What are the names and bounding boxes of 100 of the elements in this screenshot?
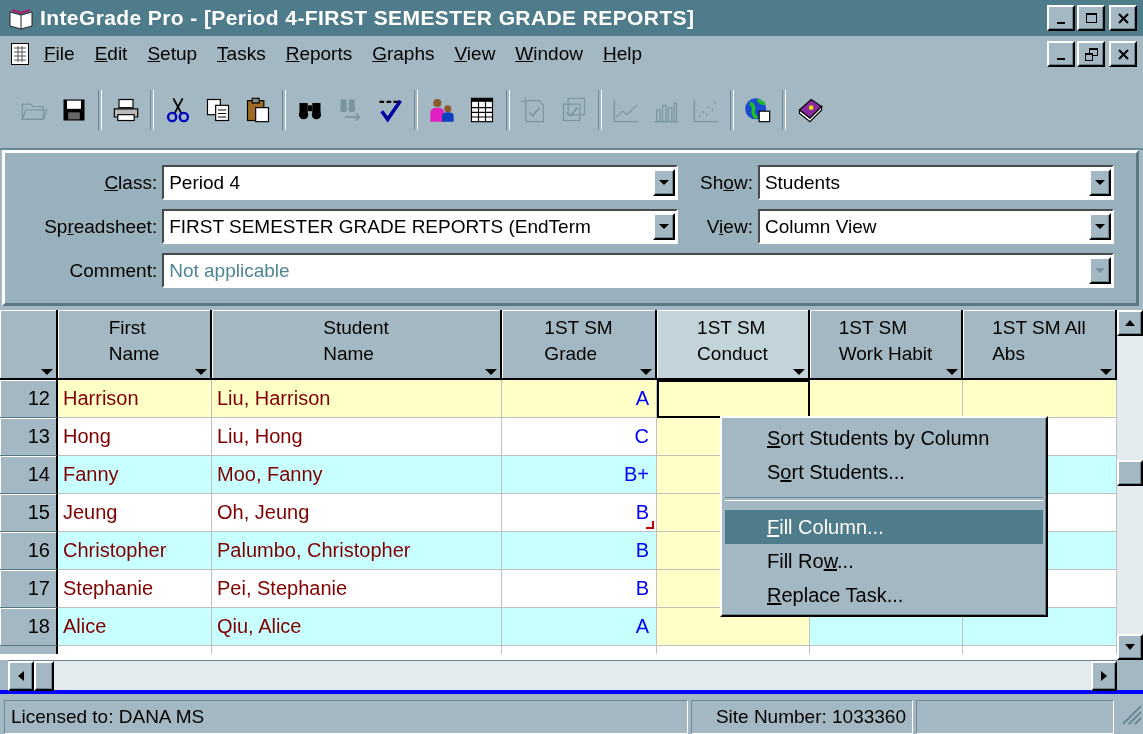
caret-icon[interactable] (946, 369, 958, 376)
table-cell: Jeung (58, 494, 212, 532)
dropdown-field[interactable]: Period 4 (162, 165, 679, 200)
field-label: View: (705, 215, 754, 238)
book-icon (8, 6, 34, 30)
printer-icon[interactable] (112, 96, 140, 124)
minimize-button[interactable] (1047, 5, 1075, 31)
scroll-up-button[interactable] (1117, 310, 1143, 336)
table-cell: B (502, 494, 657, 532)
menu-item[interactable]: Sort Students... (725, 455, 1043, 489)
scroll-left-button[interactable] (8, 661, 34, 691)
menu-item[interactable]: Window (505, 41, 593, 67)
close-icon (1117, 48, 1129, 60)
scroll-thumb[interactable] (1117, 460, 1143, 486)
dropdown-field[interactable]: FIRST SEMESTER GRADE REPORTS (EndTerm (162, 209, 679, 244)
caret-icon[interactable] (640, 369, 652, 376)
menu-item[interactable]: Setup (137, 41, 208, 67)
row-header[interactable]: 16 (0, 532, 58, 570)
close-button[interactable] (1109, 41, 1137, 67)
table-icon[interactable] (468, 96, 496, 124)
close-icon (1117, 12, 1129, 24)
minimize-button[interactable] (1047, 41, 1075, 67)
table-cell: Alice (58, 608, 212, 646)
table-cell: B+ (502, 456, 657, 494)
copy-icon[interactable] (204, 96, 232, 124)
people-icon[interactable] (428, 96, 456, 124)
table-cell: C (502, 418, 657, 456)
status-text: Licensed to: DANA MS (4, 700, 688, 734)
restore-button[interactable] (1077, 41, 1105, 67)
table-cell: Fanny (58, 456, 212, 494)
row-header[interactable]: 13 (0, 418, 58, 456)
maximize-button[interactable] (1077, 5, 1105, 31)
scissors-icon[interactable] (164, 96, 192, 124)
row-header[interactable]: 17 (0, 570, 58, 608)
menu-item[interactable]: Reports (275, 41, 363, 67)
field-label: Class: (103, 171, 159, 194)
minimize-icon (1057, 58, 1065, 60)
dropdown-field[interactable]: Students (757, 165, 1114, 200)
scroll-down-button[interactable] (1117, 634, 1143, 660)
close-button[interactable] (1109, 5, 1137, 31)
menu-item[interactable]: File (34, 41, 85, 67)
caret-icon (1095, 267, 1105, 274)
restore-icon (1084, 47, 1098, 61)
row-header[interactable]: 18 (0, 608, 58, 646)
menu-item[interactable]: Sort Students by Column (725, 421, 1043, 455)
scroll-right-button[interactable] (1091, 661, 1117, 691)
menu-item[interactable]: Fill Row... (725, 544, 1043, 578)
table-cell: Qiu, Alice (212, 608, 502, 646)
right-arrow-icon (1101, 671, 1107, 681)
table-cell: Oh, Jeung (212, 494, 502, 532)
row-header[interactable] (0, 646, 58, 654)
status-text: Site Number: 1033360 (691, 700, 913, 734)
caret-icon[interactable] (793, 369, 805, 376)
row-header[interactable]: 15 (0, 494, 58, 532)
caret-icon (659, 179, 670, 186)
column-header[interactable]: 1ST SM Grade (502, 310, 657, 380)
field-label: Comment: (68, 259, 159, 282)
column-header[interactable]: 1ST SM All Abs (963, 310, 1117, 380)
caret-icon (659, 223, 670, 230)
left-arrow-icon (18, 671, 24, 681)
table-cell: Stephanie (58, 570, 212, 608)
window-title: InteGrade Pro - [Period 4-FIRST SEMESTER GRADE REPORTS] (40, 6, 695, 30)
caret-icon[interactable] (195, 369, 207, 376)
column-header[interactable] (0, 310, 58, 380)
minimize-icon (1057, 22, 1065, 24)
menu-item[interactable]: Graphs (362, 41, 445, 67)
caret-icon[interactable] (41, 369, 53, 376)
note-marker (646, 521, 654, 529)
column-header[interactable]: 1ST SM Conduct (657, 310, 810, 380)
column-header[interactable]: Student Name (212, 310, 502, 380)
menu-item[interactable]: Tasks (207, 41, 276, 67)
book-icon[interactable] (796, 96, 824, 124)
up-arrow-icon (1125, 320, 1135, 326)
table-cell: Hong (58, 418, 212, 456)
menu-item[interactable]: Fill Column... (725, 510, 1043, 544)
menu-item[interactable]: Replace Task... (725, 578, 1043, 612)
row-header[interactable]: 14 (0, 456, 58, 494)
row-header[interactable]: 12 (0, 380, 58, 418)
menu-item[interactable]: Edit (84, 41, 138, 67)
table-cell: Moo, Fanny (212, 456, 502, 494)
table-cell: A (502, 608, 657, 646)
caret-icon[interactable] (485, 369, 497, 376)
table-cell: Harrison (58, 380, 212, 418)
caret-icon (1095, 223, 1105, 230)
scroll-thumb[interactable] (34, 661, 54, 691)
caret-icon[interactable] (1100, 369, 1112, 376)
column-header[interactable]: First Name (58, 310, 212, 380)
maximize-icon (1085, 13, 1097, 23)
dropdown-field[interactable]: Column View (757, 209, 1114, 244)
table-cell: A (502, 380, 657, 418)
table-cell: Liu, Hong (212, 418, 502, 456)
field-label: Spreadsheet: (43, 215, 159, 238)
globe-icon[interactable] (744, 96, 772, 124)
menu-item[interactable]: View (444, 41, 506, 67)
clipboard-icon[interactable] (244, 96, 272, 124)
document-icon[interactable] (10, 42, 30, 66)
column-header[interactable]: 1ST SM Work Habit (810, 310, 963, 380)
menu-item[interactable]: Help (592, 41, 653, 67)
field-label: Show: (699, 171, 754, 194)
table-cell: Pei, Stephanie (212, 570, 502, 608)
